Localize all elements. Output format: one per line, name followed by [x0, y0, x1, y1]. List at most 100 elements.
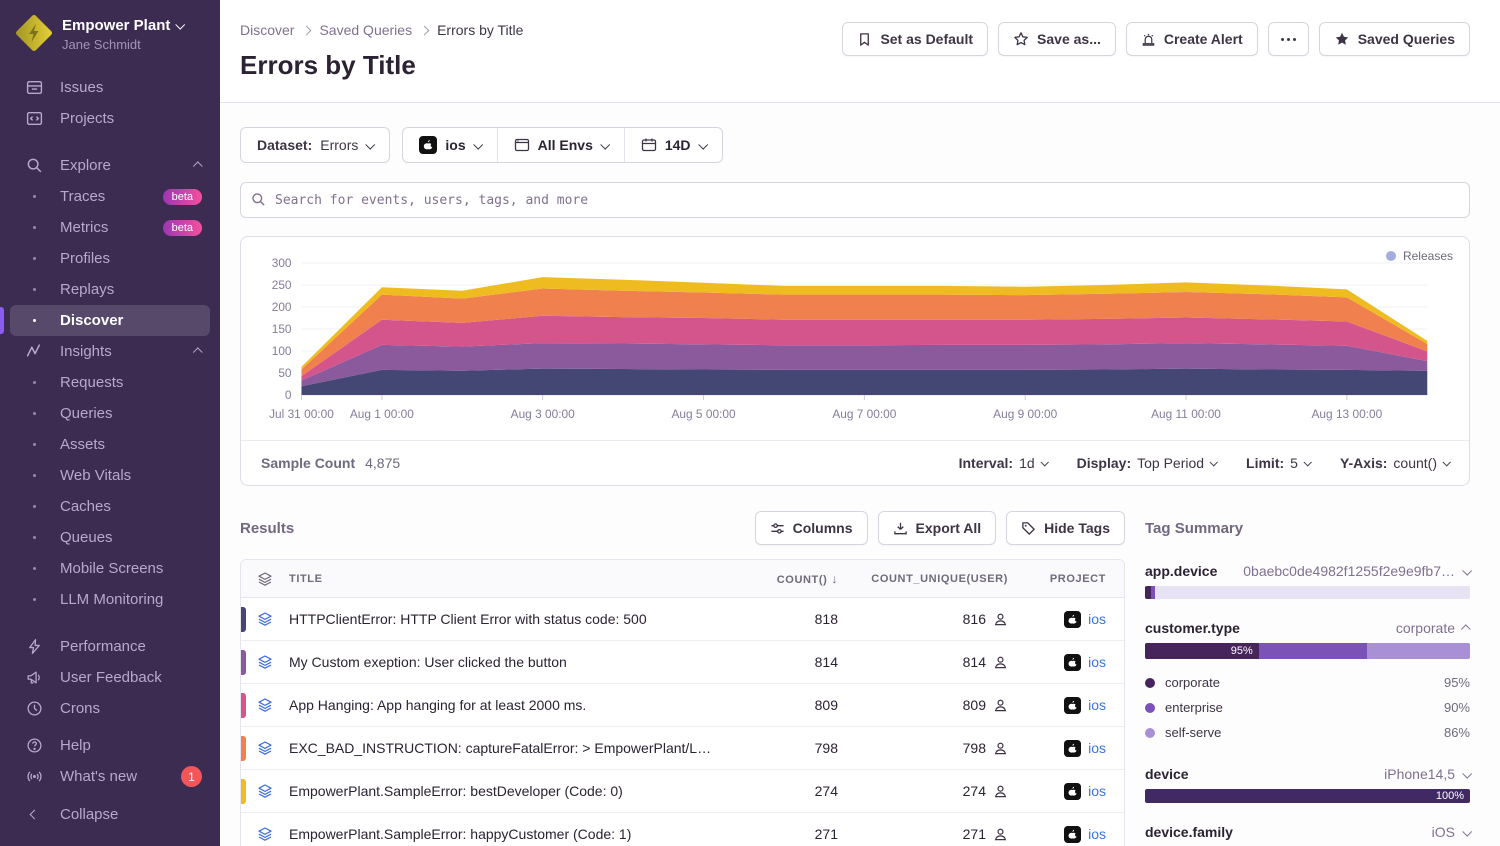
column-header-count-unique[interactable]: COUNT_UNIQUE(USER) [844, 573, 1014, 585]
chevron-up-icon [193, 347, 203, 357]
save-as-button[interactable]: Save as... [998, 22, 1116, 56]
row-title[interactable]: EmpowerPlant.SampleError: bestDeveloper … [289, 783, 724, 799]
limit-selector[interactable]: Limit:5 [1246, 455, 1310, 471]
sidebar-collapse-button[interactable]: Collapse [10, 799, 210, 830]
columns-button[interactable]: Columns [755, 511, 868, 545]
sidebar-item-help[interactable]: Help [10, 730, 210, 761]
set-as-default-button[interactable]: Set as Default [842, 22, 988, 56]
project-link[interactable]: ios [1088, 654, 1106, 670]
chevron-down-icon [1210, 458, 1218, 466]
sidebar-item-metrics[interactable]: Metrics beta [10, 212, 210, 243]
project-link[interactable]: ios [1088, 783, 1106, 799]
legend-dot-icon [1145, 678, 1155, 688]
sidebar-item-assets[interactable]: Assets [10, 429, 210, 460]
row-title[interactable]: HTTPClientError: HTTP Client Error with … [289, 611, 724, 627]
sidebar-item-projects[interactable]: Projects [10, 103, 210, 134]
column-header-count[interactable]: COUNT()↓ [724, 572, 844, 586]
user-icon [993, 655, 1008, 670]
sidebar-item-replays[interactable]: Replays [10, 274, 210, 305]
results-heading: Results [240, 520, 294, 537]
interval-selector[interactable]: Interval:1d [959, 455, 1047, 471]
create-alert-button[interactable]: Create Alert [1126, 22, 1258, 56]
discover-chart-svg[interactable]: 050100150200250300Jul 31 00:00Aug 1 00:0… [247, 247, 1455, 435]
row-count: 818 [724, 611, 844, 627]
tag-legend-item[interactable]: enterprise90% [1145, 695, 1470, 720]
clock-icon [24, 700, 44, 717]
svg-text:250: 250 [272, 278, 292, 292]
chevron-up-icon [1461, 624, 1471, 634]
tag-legend-item[interactable]: corporate95% [1145, 670, 1470, 695]
saved-queries-button[interactable]: Saved Queries [1319, 22, 1470, 56]
row-title[interactable]: EmpowerPlant.SampleError: happyCustomer … [289, 826, 724, 842]
breadcrumb-saved-queries[interactable]: Saved Queries [319, 22, 412, 38]
tag-distribution-bar[interactable]: 95% [1145, 643, 1470, 659]
table-row[interactable]: EmpowerPlant.SampleError: happyCustomer … [241, 813, 1124, 846]
apple-icon [419, 136, 437, 154]
org-switcher[interactable]: Empower Plant Jane Schmidt [0, 0, 220, 72]
hide-tags-button[interactable]: Hide Tags [1006, 511, 1125, 545]
sidebar-item-crons[interactable]: Crons [10, 693, 210, 724]
user-name: Jane Schmidt [62, 37, 183, 52]
sidebar-item-insights[interactable]: Insights [10, 336, 210, 367]
table-row[interactable]: HTTPClientError: HTTP Client Error with … [241, 598, 1124, 641]
display-selector[interactable]: Display:Top Period [1077, 455, 1216, 471]
chevron-down-icon [1442, 458, 1450, 466]
row-title[interactable]: App Hanging: App hanging for at least 20… [289, 697, 724, 713]
sidebar-item-llm-monitoring[interactable]: LLM Monitoring [10, 584, 210, 615]
filter-bar: Dataset: Errors ios All Envs 14D [240, 127, 1470, 163]
breadcrumb-current: Errors by Title [437, 22, 523, 38]
column-header-title[interactable]: TITLE [289, 573, 724, 585]
star-icon [1013, 31, 1029, 47]
project-link[interactable]: ios [1088, 740, 1106, 756]
tag-header[interactable]: device.family iOS [1145, 824, 1470, 840]
table-row[interactable]: EXC_BAD_INSTRUCTION: captureFatalError: … [241, 727, 1124, 770]
sidebar-item-queues[interactable]: Queues [10, 522, 210, 553]
sidebar-item-queries[interactable]: Queries [10, 398, 210, 429]
breadcrumb-discover[interactable]: Discover [240, 22, 294, 38]
dataset-selector[interactable]: Dataset: Errors [240, 127, 390, 163]
date-range-selector[interactable]: 14D [624, 128, 722, 162]
svg-text:300: 300 [272, 256, 292, 270]
row-title[interactable]: My Custom exeption: User clicked the but… [289, 654, 724, 670]
project-link[interactable]: ios [1088, 826, 1106, 842]
sidebar-item-web-vitals[interactable]: Web Vitals [10, 460, 210, 491]
sidebar-item-issues[interactable]: Issues [10, 72, 210, 103]
row-title[interactable]: EXC_BAD_INSTRUCTION: captureFatalError: … [289, 740, 724, 756]
sidebar-item-profiles[interactable]: Profiles [10, 243, 210, 274]
sidebar-item-whats-new[interactable]: What's new 1 [10, 761, 210, 787]
sidebar-item-discover[interactable]: Discover [10, 305, 210, 336]
table-row[interactable]: My Custom exeption: User clicked the but… [241, 641, 1124, 684]
column-header-project[interactable]: PROJECT [1014, 573, 1124, 585]
tag-header[interactable]: customer.type corporate [1145, 620, 1470, 636]
sidebar-item-requests[interactable]: Requests [10, 367, 210, 398]
tag-section-app-device: app.device 0baebc0de4982f1255f2e9e9fb7… [1145, 563, 1470, 599]
tag-distribution-bar[interactable]: 100% [1145, 789, 1470, 803]
chart-footer: Sample Count 4,875 Interval:1d Display:T… [241, 440, 1469, 485]
tag-header[interactable]: device iPhone14,5 [1145, 766, 1470, 782]
sample-count-label: Sample Count [261, 455, 355, 471]
search-input[interactable] [240, 182, 1470, 218]
sidebar-item-explore[interactable]: Explore [10, 150, 210, 181]
tag-legend-item[interactable]: self-serve86% [1145, 720, 1470, 745]
series-color-strip [241, 736, 246, 761]
layers-icon [257, 740, 273, 756]
sidebar-item-performance[interactable]: Performance [10, 631, 210, 662]
sidebar-item-traces[interactable]: Traces beta [10, 181, 210, 212]
environment-selector[interactable]: All Envs [497, 128, 624, 162]
project-selector[interactable]: ios [403, 128, 496, 162]
tag-header[interactable]: app.device 0baebc0de4982f1255f2e9e9fb7… [1145, 563, 1470, 579]
tag-distribution-bar[interactable] [1145, 586, 1470, 599]
user-icon [993, 784, 1008, 799]
export-all-button[interactable]: Export All [878, 511, 997, 545]
table-row[interactable]: EmpowerPlant.SampleError: bestDeveloper … [241, 770, 1124, 813]
more-options-button[interactable] [1268, 22, 1309, 56]
sidebar-item-mobile-screens[interactable]: Mobile Screens [10, 553, 210, 584]
sidebar-item-caches[interactable]: Caches [10, 491, 210, 522]
yaxis-selector[interactable]: Y-Axis:count() [1340, 455, 1449, 471]
table-row[interactable]: App Hanging: App hanging for at least 20… [241, 684, 1124, 727]
sidebar-item-user-feedback[interactable]: User Feedback [10, 662, 210, 693]
project-link[interactable]: ios [1088, 697, 1106, 713]
project-link[interactable]: ios [1088, 611, 1106, 627]
releases-legend[interactable]: Releases [1386, 249, 1453, 263]
svg-text:100: 100 [272, 344, 292, 358]
